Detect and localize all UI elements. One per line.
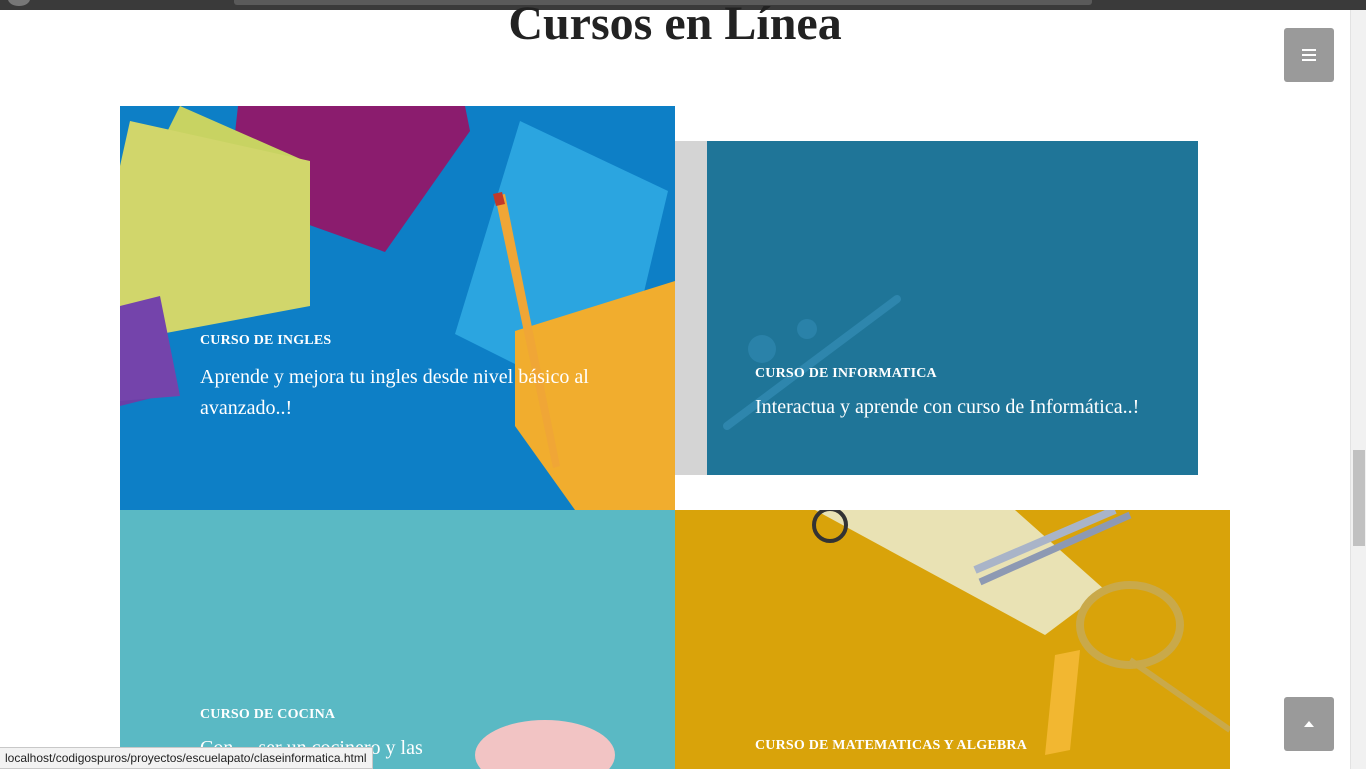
card-matematicas-illustration xyxy=(812,510,1230,755)
course-category: CURSO DE INFORMATICA xyxy=(755,366,937,381)
course-category: CURSO DE MATEMATICAS Y ALGEBRA xyxy=(755,738,1028,753)
menu-button[interactable] xyxy=(1284,28,1334,82)
course-description: Aprende y mejora tu ingles desde nivel b… xyxy=(200,366,589,419)
course-card-ingles[interactable]: CURSO DE INGLES Aprende y mejora tu ingl… xyxy=(120,106,675,510)
scrollbar[interactable] xyxy=(1350,10,1366,769)
course-card-matematicas[interactable]: CURSO DE MATEMATICAS Y ALGEBRA xyxy=(675,510,1230,769)
back-to-top-button[interactable] xyxy=(1284,697,1334,751)
card-ingles-illustration xyxy=(120,106,675,510)
chevron-up-icon xyxy=(1304,721,1314,727)
status-bar-url: localhost/codigospuros/proyectos/escuela… xyxy=(0,747,373,769)
course-category: CURSO DE INGLES xyxy=(200,333,332,348)
scrollbar-thumb[interactable] xyxy=(1353,450,1365,546)
course-category: CURSO DE COCINA xyxy=(200,707,336,722)
hamburger-icon xyxy=(1302,49,1316,61)
course-description: Interactua y aprende con curso de Inform… xyxy=(755,396,1140,418)
course-card-cocina[interactable]: CURSO DE COCINA Con ... ser un cocinero … xyxy=(120,510,675,769)
card-cocina-illustration xyxy=(475,720,615,769)
course-card-informatica[interactable]: CURSO DE INFORMATICA Interactua y aprend… xyxy=(707,141,1198,475)
page-title: Cursos en Línea xyxy=(508,0,842,50)
card-shadow xyxy=(675,141,707,475)
card-informatica-illustration xyxy=(723,295,901,430)
